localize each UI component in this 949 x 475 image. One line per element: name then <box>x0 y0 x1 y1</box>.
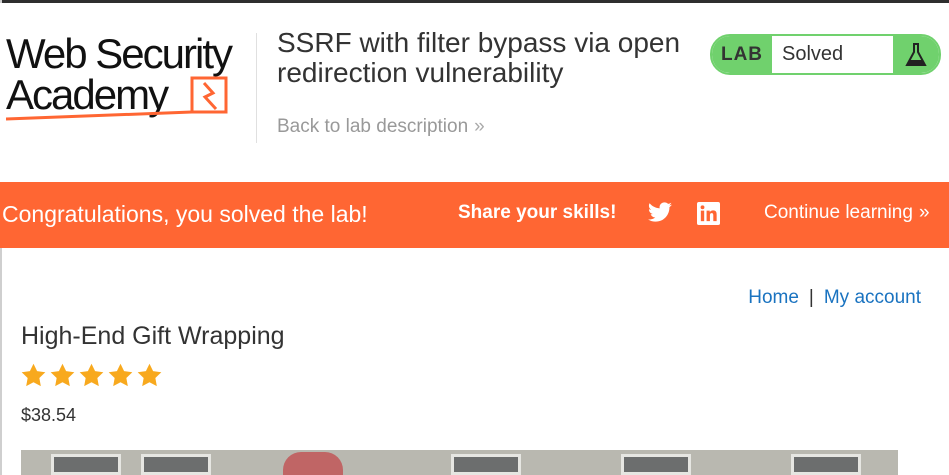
flask-icon <box>893 36 939 73</box>
image-detail <box>621 454 691 475</box>
my-account-link[interactable]: My account <box>824 287 921 308</box>
continue-learning-label: Continue learning <box>764 202 913 223</box>
twitter-share-button[interactable] <box>647 202 673 229</box>
linkedin-share-button[interactable] <box>697 202 720 230</box>
share-skills-label: Share your skills! <box>458 202 617 223</box>
back-to-description-link[interactable]: Back to lab description» <box>277 116 485 138</box>
image-detail <box>791 454 861 475</box>
back-link-label: Back to lab description <box>277 116 469 137</box>
linkedin-icon <box>697 202 720 225</box>
nav-separator: | <box>808 287 814 308</box>
lab-title: SSRF with filter bypass via open redirec… <box>277 27 681 88</box>
product-image <box>21 450 898 475</box>
continue-learning-link[interactable]: Continue learning» <box>764 202 930 224</box>
product-rating <box>20 362 163 389</box>
header-divider <box>256 33 257 143</box>
lab-status-widget: LAB Solved <box>710 34 941 75</box>
star-icon <box>108 363 133 387</box>
home-link[interactable]: Home <box>748 287 799 308</box>
account-nav: Home | My account <box>748 287 921 309</box>
star-icon <box>21 363 46 387</box>
academy-logo[interactable]: Web Security Academy <box>6 31 256 127</box>
image-detail <box>51 454 121 475</box>
product-price: $38.54 <box>21 405 77 425</box>
chevron-right-icon: » <box>918 202 930 223</box>
lab-header: Web Security Academy SSRF with filter by… <box>0 3 949 182</box>
image-detail <box>141 454 211 475</box>
lab-status-value: Solved <box>782 43 844 65</box>
solved-banner: Congratulations, you solved the lab! Sha… <box>0 182 949 248</box>
congratulations-message: Congratulations, you solved the lab! <box>2 201 368 227</box>
lightning-bolt-icon <box>6 76 228 121</box>
chevron-right-icon: » <box>474 116 485 137</box>
product-title: High-End Gift Wrapping <box>21 322 285 350</box>
star-icon <box>137 363 162 387</box>
image-detail <box>451 454 521 475</box>
star-icon <box>50 363 75 387</box>
lab-status-label: LAB <box>712 36 772 73</box>
twitter-icon <box>648 202 672 222</box>
image-detail <box>283 452 343 475</box>
star-icon <box>79 363 104 387</box>
